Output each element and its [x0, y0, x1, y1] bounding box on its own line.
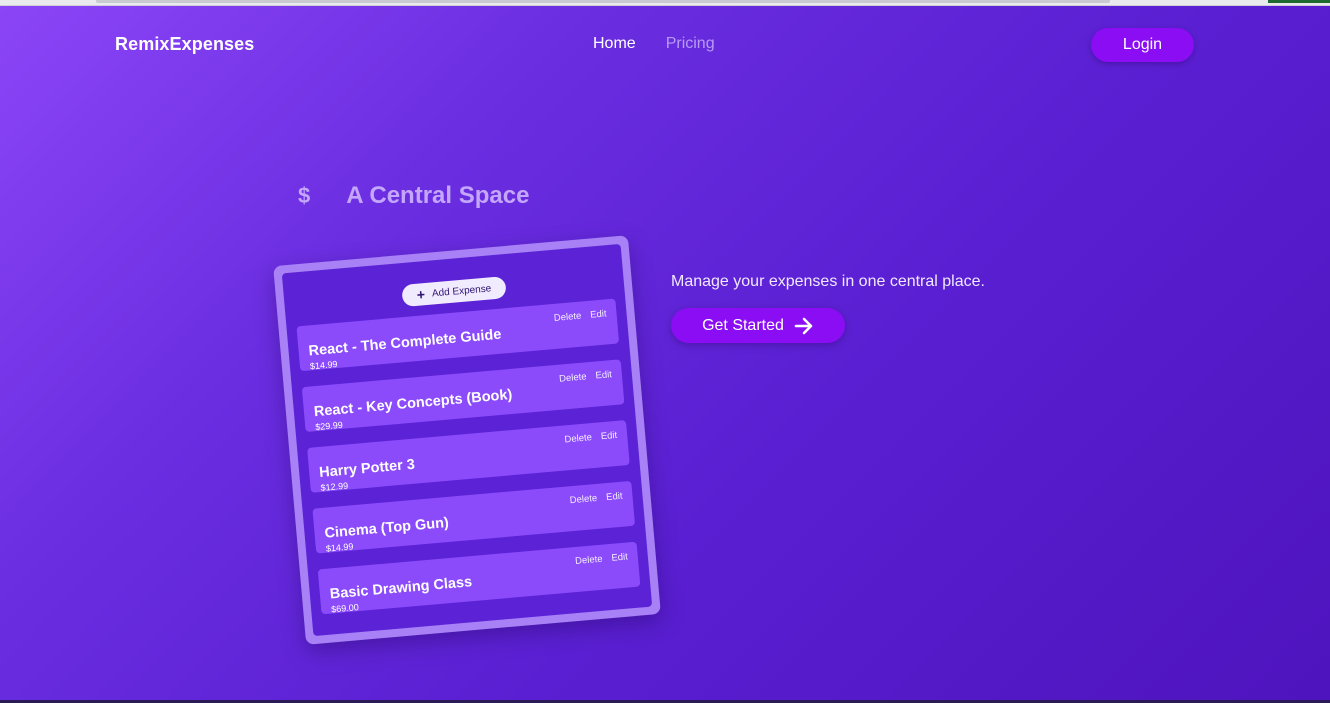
arrow-right-icon	[794, 317, 813, 334]
get-started-label: Get Started	[702, 316, 784, 334]
expense-item: Delete Edit React - The Complete Guide $…	[296, 298, 620, 371]
edit-button[interactable]: Edit	[595, 369, 612, 381]
login-button[interactable]: Login	[1091, 28, 1194, 62]
browser-corner	[1268, 0, 1330, 3]
brand-logo[interactable]: RemixExpenses	[115, 34, 254, 55]
edit-button[interactable]: Edit	[611, 551, 628, 563]
edit-button[interactable]: Edit	[590, 308, 607, 320]
add-expense-button[interactable]: + Add Expense	[401, 276, 507, 308]
expenses-preview-inner: + Add Expense Delete Edit React - The Co…	[281, 243, 653, 637]
add-expense-label: Add Expense	[431, 282, 492, 299]
expenses-preview-card: + Add Expense Delete Edit React - The Co…	[273, 235, 661, 645]
expense-item: Delete Edit Basic Drawing Class $69.00	[317, 541, 641, 614]
hero-title-text: A Central Space	[346, 182, 530, 209]
plus-icon: +	[416, 286, 426, 303]
edit-button[interactable]: Edit	[600, 430, 617, 442]
nav-home-link[interactable]: Home	[593, 35, 636, 53]
nav-pricing-link[interactable]: Pricing	[666, 35, 715, 53]
dollar-icon: $	[298, 183, 311, 208]
hero-tagline: Manage your expenses in one central plac…	[671, 273, 985, 290]
main-nav: Home Pricing	[593, 35, 715, 53]
expense-item: Delete Edit Cinema (Top Gun) $14.99	[312, 480, 636, 554]
edit-button[interactable]: Edit	[606, 491, 623, 503]
get-started-button[interactable]: Get Started	[671, 308, 845, 343]
browser-tab-bar	[96, 0, 1110, 3]
expense-item: Delete Edit React - Key Concepts (Book) …	[301, 359, 625, 432]
hero-title: $ A Central Space	[298, 182, 529, 210]
page: RemixExpenses Home Pricing Login $ A Cen…	[0, 6, 1330, 703]
expense-item: Delete Edit Harry Potter 3 $12.99	[307, 420, 630, 493]
